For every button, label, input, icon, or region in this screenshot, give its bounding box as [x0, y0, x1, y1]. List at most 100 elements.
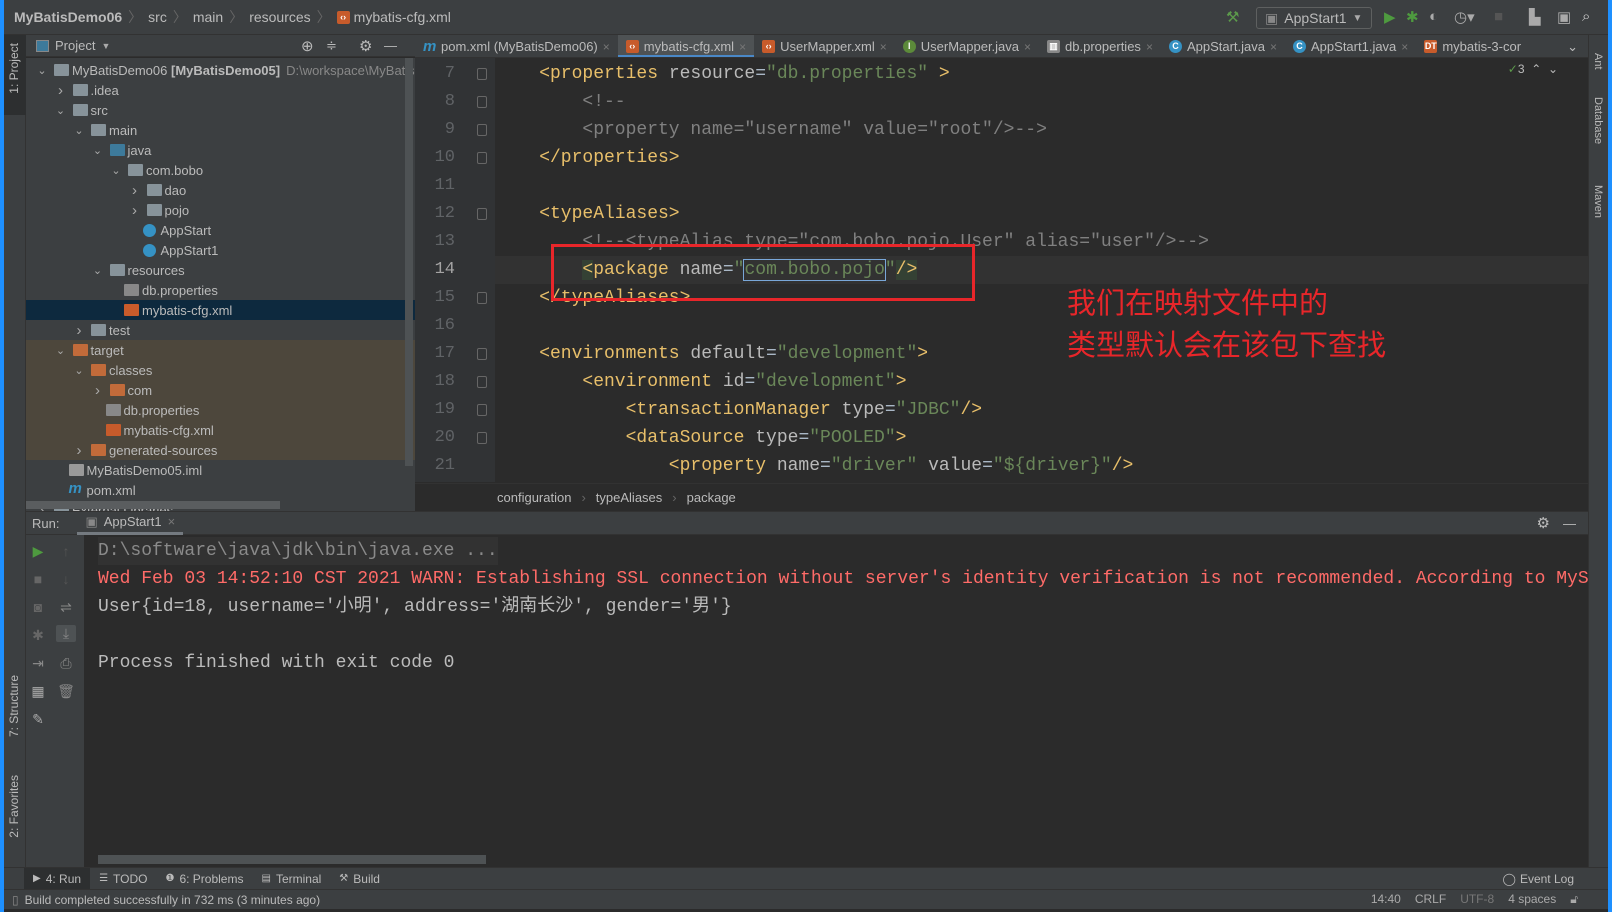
collapse-all-icon[interactable]: ≑: [326, 38, 337, 54]
status-message[interactable]: Build completed successfully in 732 ms (…: [25, 893, 320, 907]
chevron-down-icon[interactable]: ⌄: [92, 264, 104, 277]
chevron-down-icon[interactable]: ⌄: [92, 144, 104, 157]
line-number[interactable]: 17: [415, 344, 455, 363]
breadcrumb-src[interactable]: src: [148, 9, 167, 25]
vcs-icon[interactable]: ▣: [1557, 8, 1571, 26]
fold-marker-icon[interactable]: [477, 124, 487, 136]
console-hscrollbar[interactable]: [98, 855, 486, 864]
pin-icon[interactable]: ✎: [28, 711, 48, 728]
tool-button--problems[interactable]: ❶ 6: Problems: [156, 868, 252, 890]
gear-icon[interactable]: ⚙: [359, 37, 372, 55]
close-tab-icon[interactable]: ×: [1146, 40, 1153, 54]
search-icon[interactable]: ⌕: [1582, 8, 1590, 25]
chevron-right-icon[interactable]: ›: [129, 182, 141, 199]
tree-item[interactable]: MyBatisDemo05.iml: [26, 460, 415, 480]
layout-icon[interactable]: ▦: [28, 683, 48, 700]
fold-marker-icon[interactable]: [477, 208, 487, 220]
tree-item[interactable]: m pom.xml: [26, 480, 415, 500]
tree-item[interactable]: ⌄ java: [26, 140, 415, 160]
tool-button-todo[interactable]: ☰ TODO: [90, 868, 156, 890]
camera-icon[interactable]: ◙: [28, 599, 48, 615]
crumb-configuration[interactable]: configuration: [497, 490, 571, 505]
breadcrumb-resources[interactable]: resources: [249, 9, 310, 25]
hide-icon[interactable]: —: [1563, 516, 1576, 531]
project-tool-button[interactable]: 1: Project: [7, 43, 21, 94]
stop-icon[interactable]: ■: [1494, 8, 1503, 25]
line-number[interactable]: 13: [415, 232, 455, 251]
tree-item[interactable]: › generated-sources: [26, 440, 415, 460]
fold-marker-icon[interactable]: [477, 404, 487, 416]
tree-item[interactable]: ⌄ target: [26, 340, 415, 360]
project-view-select[interactable]: Project: [55, 38, 95, 53]
file-encoding[interactable]: UTF-8: [1460, 892, 1494, 907]
line-separator[interactable]: CRLF: [1415, 892, 1446, 907]
status-toggle-icon[interactable]: ▯: [12, 893, 19, 907]
chevron-down-icon[interactable]: ⌄: [36, 64, 48, 77]
line-number[interactable]: 20: [415, 428, 455, 447]
line-number[interactable]: 19: [415, 400, 455, 419]
crumb-typealiases[interactable]: typeAliases: [596, 490, 662, 505]
fold-marker-icon[interactable]: [477, 376, 487, 388]
chevron-right-icon[interactable]: ›: [55, 82, 67, 99]
breadcrumb-project[interactable]: MyBatisDemo06: [14, 9, 122, 25]
tree-item[interactable]: mybatis-cfg.xml: [26, 300, 415, 320]
run-tab-appstart1[interactable]: ▣ AppStart1 ×: [77, 512, 184, 535]
line-number[interactable]: 15: [415, 288, 455, 307]
run-icon[interactable]: ▶: [1384, 8, 1396, 26]
editor-tab[interactable]: ‹› mybatis-cfg.xml ×: [617, 35, 755, 57]
profile-icon[interactable]: ◷▾: [1454, 8, 1475, 26]
chevron-right-icon[interactable]: ›: [129, 202, 141, 219]
breadcrumb-main[interactable]: main: [193, 9, 223, 25]
debug-icon[interactable]: ✱: [1406, 8, 1419, 26]
chevron-right-icon[interactable]: ›: [73, 442, 85, 459]
lock-icon[interactable]: 🔓︎: [1570, 892, 1578, 907]
line-number[interactable]: 7: [415, 64, 455, 83]
hide-icon[interactable]: —: [384, 38, 397, 53]
tree-item[interactable]: AppStart1: [26, 240, 415, 260]
editor-tab[interactable]: ‹› UserMapper.xml ×: [754, 35, 895, 57]
line-number[interactable]: 18: [415, 372, 455, 391]
locate-icon[interactable]: ⊕: [301, 37, 314, 55]
project-tree-hscrollbar[interactable]: [26, 501, 280, 509]
line-number[interactable]: 14: [415, 260, 455, 279]
chevron-down-icon[interactable]: ⌄: [55, 344, 67, 357]
close-tab-icon[interactable]: ×: [1401, 40, 1408, 54]
exit-icon[interactable]: ⇥: [28, 655, 48, 672]
tree-item[interactable]: ⌄ src: [26, 100, 415, 120]
fold-marker-icon[interactable]: [477, 432, 487, 444]
tree-item[interactable]: › com: [26, 380, 415, 400]
editor-tab[interactable]: I UserMapper.java ×: [895, 35, 1039, 57]
caret-position[interactable]: 14:40: [1371, 892, 1401, 907]
database-tool-button[interactable]: Database: [1592, 97, 1604, 144]
tree-item[interactable]: › test: [26, 320, 415, 340]
chevron-down-icon[interactable]: ▼: [101, 41, 110, 51]
maven-tool-button[interactable]: Maven: [1592, 185, 1604, 218]
line-number[interactable]: 12: [415, 204, 455, 223]
line-number[interactable]: 16: [415, 316, 455, 335]
soft-wrap-icon[interactable]: ⇌: [56, 599, 76, 616]
editor-tab[interactable]: C AppStart1.java ×: [1285, 35, 1416, 57]
tree-item[interactable]: db.properties: [26, 280, 415, 300]
tabs-overflow-icon[interactable]: ⌄: [1557, 35, 1588, 57]
tree-item[interactable]: › pojo: [26, 200, 415, 220]
coverage-icon[interactable]: ◐: [1429, 8, 1438, 25]
scroll-to-end-icon[interactable]: ⤓: [56, 625, 76, 642]
editor-tab[interactable]: DT mybatis-3-cor: [1416, 35, 1529, 57]
structure-tool-button[interactable]: 7: Structure: [7, 675, 21, 737]
close-tab-icon[interactable]: ×: [1270, 40, 1277, 54]
indent-setting[interactable]: 4 spaces: [1508, 892, 1556, 907]
close-tab-icon[interactable]: ×: [739, 40, 746, 54]
inspection-widget[interactable]: ✓3 ⌃ ⌄: [1508, 62, 1558, 76]
tool-button-build[interactable]: ⚒ Build: [330, 868, 389, 890]
line-number[interactable]: 10: [415, 148, 455, 167]
fold-marker-icon[interactable]: [477, 152, 487, 164]
tree-item[interactable]: › .idea: [26, 80, 415, 100]
close-tab-icon[interactable]: ×: [1024, 40, 1031, 54]
chevron-down-icon[interactable]: ⌄: [55, 104, 67, 117]
chevron-right-icon[interactable]: ›: [92, 382, 104, 399]
stop-icon[interactable]: ■: [28, 571, 48, 587]
breadcrumb-file[interactable]: mybatis-cfg.xml: [354, 9, 451, 25]
tool-button-terminal[interactable]: ▤ Terminal: [252, 868, 330, 890]
up-arrow-icon[interactable]: ↑: [56, 543, 76, 559]
build-hammer-icon[interactable]: ⚒: [1226, 8, 1239, 26]
